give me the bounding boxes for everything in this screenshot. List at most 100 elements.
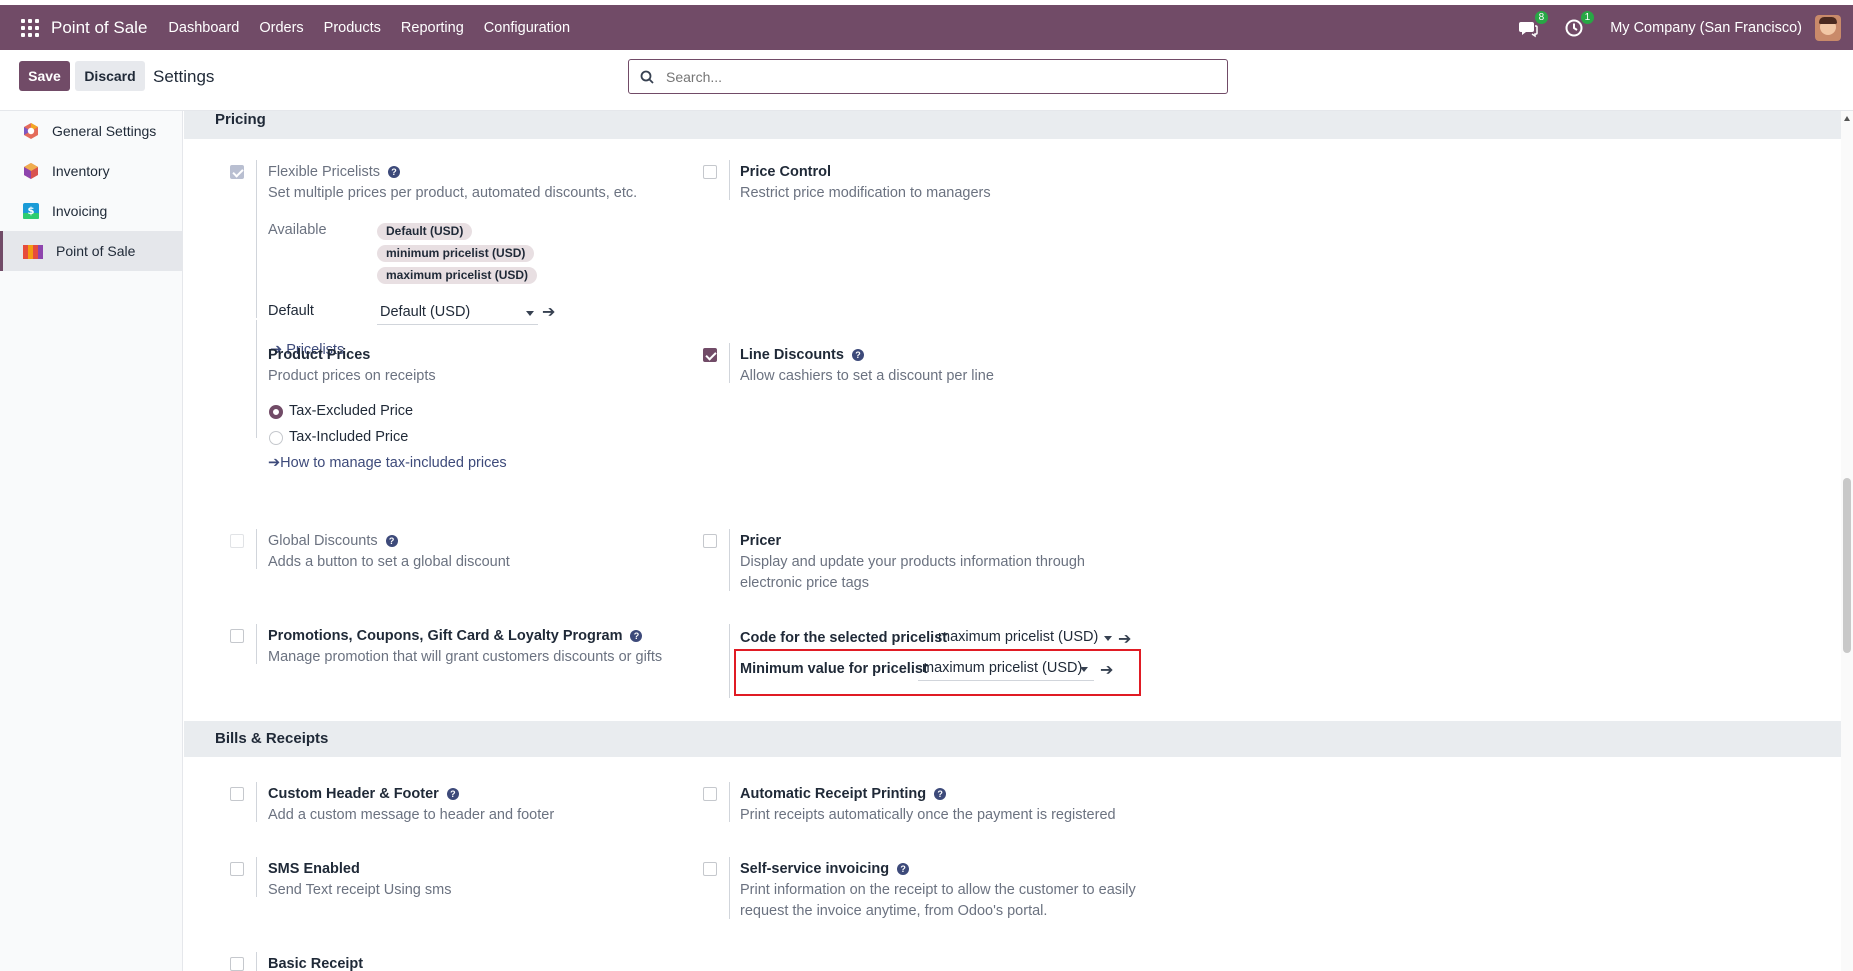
- scrollbar-thumb[interactable]: [1843, 478, 1851, 653]
- odoo-logo-icon: [24, 123, 38, 139]
- discard-button[interactable]: Discard: [75, 61, 145, 91]
- promotions-title: Promotions, Coupons, Gift Card & Loyalty…: [268, 628, 643, 644]
- self-invoicing-desc-line2: request the invoice anytime, from Odoo's…: [740, 903, 1048, 919]
- menu-orders[interactable]: Orders: [259, 20, 303, 36]
- sidebar-item-point-of-sale[interactable]: Point of Sale: [0, 231, 182, 271]
- control-panel: Save Discard Settings: [0, 50, 1853, 111]
- line-discounts-checkbox[interactable]: [703, 348, 717, 362]
- global-discounts-checkbox[interactable]: [230, 534, 244, 548]
- self-invoicing-desc-line1: Print information on the receipt to allo…: [740, 882, 1136, 898]
- min-value-pricelist-value: maximum pricelist (USD): [922, 660, 1083, 676]
- global-discounts-desc: Adds a button to set a global discount: [268, 554, 510, 570]
- auto-print-title: Automatic Receipt Printing?: [740, 786, 947, 802]
- sidebar-item-invoicing[interactable]: $ Invoicing: [0, 191, 182, 231]
- open-record-arrow-icon[interactable]: ➔: [1100, 663, 1113, 679]
- scroll-up-arrow-icon[interactable]: [1844, 116, 1850, 121]
- svg-text:$: $: [28, 206, 35, 217]
- inventory-cube-icon: [24, 163, 38, 179]
- help-icon[interactable]: ?: [385, 535, 398, 547]
- default-label: Default: [268, 303, 314, 319]
- auto-print-label: Automatic Receipt Printing: [740, 786, 927, 802]
- available-label: Available: [268, 222, 327, 238]
- help-icon[interactable]: ?: [446, 788, 459, 800]
- global-discounts-label: Global Discounts: [268, 533, 378, 549]
- save-button[interactable]: Save: [19, 61, 70, 91]
- self-invoicing-label: Self-service invoicing: [740, 861, 890, 877]
- sms-checkbox[interactable]: [230, 862, 244, 876]
- custom-header-title: Custom Header & Footer?: [268, 786, 459, 802]
- tax-excluded-label[interactable]: Tax-Excluded Price: [289, 403, 413, 419]
- chevron-down-icon: [1104, 636, 1112, 641]
- price-control-desc: Restrict price modification to managers: [740, 185, 991, 201]
- line-discounts-title: Line Discounts?: [740, 347, 864, 363]
- search-icon: [640, 70, 654, 84]
- tax-excluded-radio[interactable]: [269, 405, 283, 419]
- help-icon[interactable]: ?: [897, 863, 910, 875]
- page-title: Settings: [153, 67, 215, 86]
- menu-products[interactable]: Products: [324, 20, 381, 36]
- code-pricelist-select[interactable]: maximum pricelist (USD): [938, 626, 1112, 650]
- help-icon[interactable]: ?: [630, 630, 643, 642]
- chevron-down-icon: [526, 311, 534, 316]
- top-navbar: Point of Sale Dashboard Orders Products …: [0, 5, 1853, 50]
- help-icon[interactable]: ?: [851, 349, 864, 361]
- promotions-checkbox[interactable]: [230, 629, 244, 643]
- content-scrollbar[interactable]: [1841, 111, 1853, 971]
- help-icon[interactable]: ?: [934, 788, 947, 800]
- menu-configuration[interactable]: Configuration: [484, 20, 570, 36]
- sidebar-item-label: Invoicing: [52, 203, 108, 219]
- self-invoicing-checkbox[interactable]: [703, 862, 717, 876]
- pricer-desc-line2: electronic price tags: [740, 575, 869, 591]
- setting-divider: [729, 160, 730, 200]
- open-record-arrow-icon[interactable]: ➔: [542, 305, 555, 321]
- open-record-arrow-icon[interactable]: ➔: [1118, 632, 1131, 648]
- tax-included-help-label: How to manage tax-included prices: [280, 455, 507, 471]
- search-input[interactable]: [666, 68, 1206, 85]
- min-value-pricelist-label: Minimum value for pricelist: [740, 661, 928, 677]
- default-pricelist-select[interactable]: Default (USD): [377, 301, 538, 325]
- search-bar[interactable]: [628, 59, 1228, 94]
- help-icon[interactable]: ?: [388, 166, 400, 178]
- settings-sidebar: General Settings Inventory $ Invoicing P…: [0, 111, 183, 971]
- price-control-title: Price Control: [740, 164, 832, 180]
- flexible-pricelists-desc: Set multiple prices per product, automat…: [268, 185, 638, 201]
- arrow-right-icon: ➔: [268, 455, 281, 471]
- custom-header-label: Custom Header & Footer: [268, 786, 439, 802]
- menu-dashboard[interactable]: Dashboard: [168, 20, 239, 36]
- activities-clock-icon[interactable]: 1: [1564, 10, 1595, 38]
- flexible-pricelists-label: Flexible Pricelists: [268, 164, 380, 180]
- setting-divider: [256, 952, 257, 971]
- flexible-pricelists-checkbox[interactable]: [230, 165, 244, 179]
- auto-print-desc: Print receipts automatically once the pa…: [740, 807, 1116, 823]
- product-prices-desc: Product prices on receipts: [268, 368, 436, 384]
- user-avatar[interactable]: [1815, 14, 1841, 41]
- tax-included-radio[interactable]: [269, 431, 283, 445]
- menu-reporting[interactable]: Reporting: [401, 20, 464, 36]
- company-switcher[interactable]: My Company (San Francisco): [1610, 20, 1802, 36]
- min-value-pricelist-select[interactable]: maximum pricelist (USD): [918, 657, 1094, 681]
- setting-divider: [256, 857, 257, 897]
- messages-icon[interactable]: 8: [1518, 10, 1549, 38]
- activities-badge: 1: [1580, 10, 1595, 24]
- pricelist-tag: Default (USD): [377, 223, 473, 240]
- invoice-dollar-icon: $: [23, 203, 39, 219]
- price-control-checkbox[interactable]: [703, 165, 717, 179]
- sidebar-item-general-settings[interactable]: General Settings: [0, 111, 182, 151]
- setting-divider: [729, 529, 730, 591]
- app-grid-icon[interactable]: [21, 18, 39, 37]
- sidebar-item-inventory[interactable]: Inventory: [0, 151, 182, 191]
- setting-divider: [729, 343, 730, 383]
- tax-included-label[interactable]: Tax-Included Price: [289, 429, 408, 445]
- messages-badge: 8: [1534, 10, 1549, 24]
- code-pricelist-label: Code for the selected pricelist: [740, 630, 948, 646]
- app-name[interactable]: Point of Sale: [51, 18, 147, 38]
- promotions-desc: Manage promotion that will grant custome…: [268, 649, 663, 665]
- pricer-checkbox[interactable]: [703, 534, 717, 548]
- custom-header-checkbox[interactable]: [230, 787, 244, 801]
- sms-title: SMS Enabled: [268, 861, 360, 877]
- basic-receipt-checkbox[interactable]: [230, 957, 244, 971]
- tax-included-help-link[interactable]: ➔How to manage tax-included prices: [268, 455, 507, 471]
- sidebar-item-label: General Settings: [52, 123, 157, 139]
- auto-print-checkbox[interactable]: [703, 787, 717, 801]
- setting-divider: [729, 624, 730, 698]
